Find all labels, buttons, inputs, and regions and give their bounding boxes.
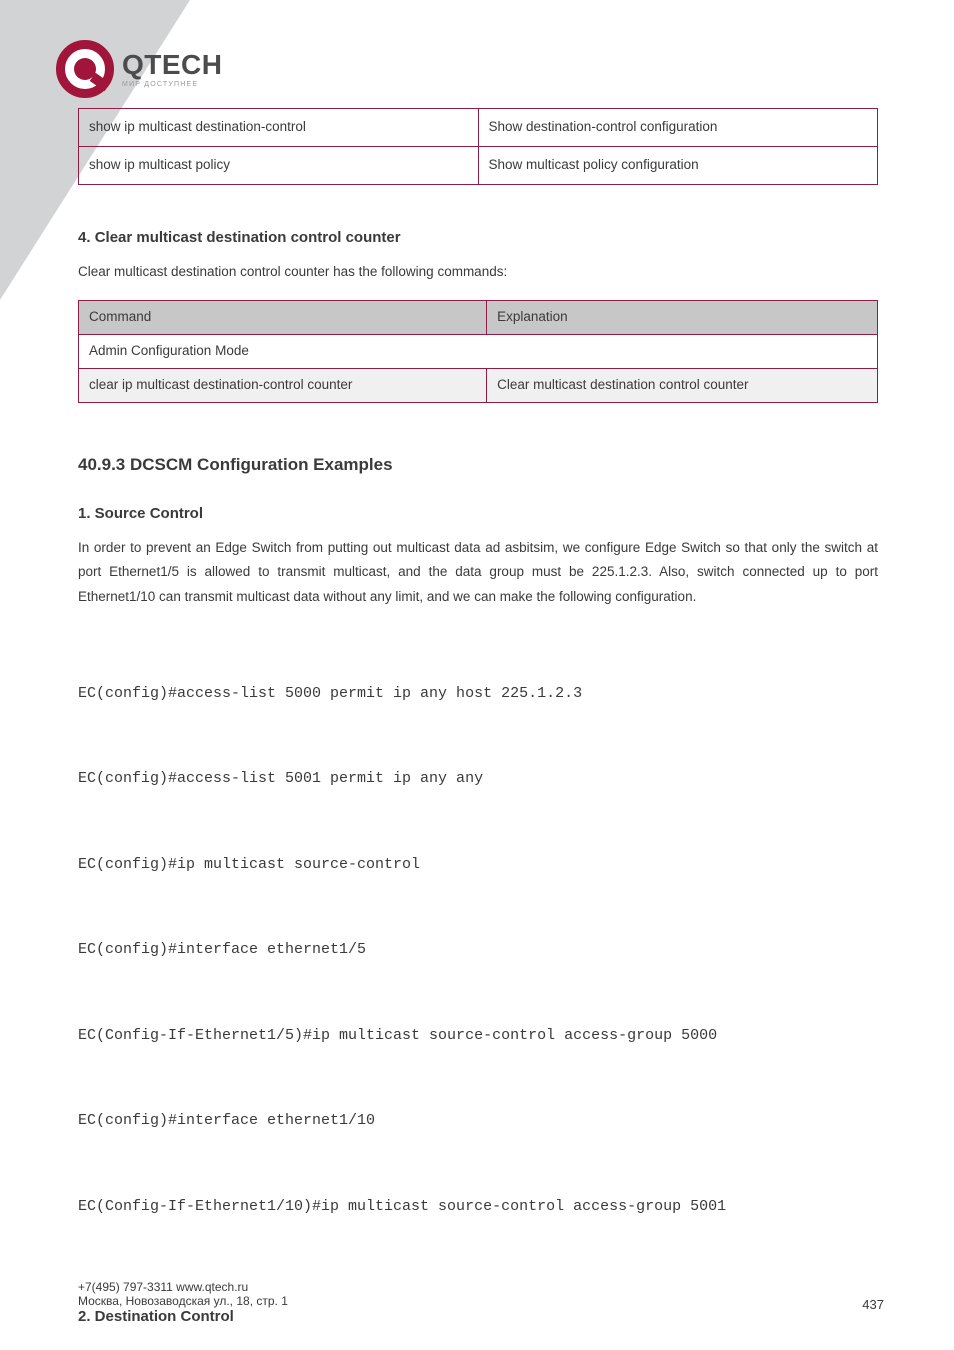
code-line: EC(Config-If-Ethernet1/10)#ip multicast … bbox=[78, 1193, 878, 1222]
logo-brand-text: QTECH bbox=[122, 51, 223, 79]
commands-table-continuation: show ip multicast destination-control Sh… bbox=[78, 108, 878, 185]
section-number: 4. bbox=[78, 229, 91, 246]
source-control-heading: 1. Source Control bbox=[78, 505, 878, 522]
q-icon-inner bbox=[74, 58, 96, 80]
logo-tagline: МИР ДОСТУПНЕЕ bbox=[122, 81, 223, 88]
code-line: EC(config)#ip multicast source-control bbox=[78, 851, 878, 880]
code-line: EC(Config-If-Ethernet1/5)#ip multicast s… bbox=[78, 1022, 878, 1051]
code-line: EC(config)#access-list 5000 permit ip an… bbox=[78, 680, 878, 709]
col-header-explanation: Explanation bbox=[487, 301, 878, 335]
section-title: Clear multicast destination control coun… bbox=[95, 229, 401, 246]
table-row: Admin Configuration Mode bbox=[79, 335, 878, 369]
col-header-command: Command bbox=[79, 301, 487, 335]
examples-heading: 40.9.3 DCSCM Configuration Examples bbox=[78, 455, 878, 475]
code-line: EC(config)#interface ethernet1/10 bbox=[78, 1107, 878, 1136]
configuration-code: EC(config)#access-list 5000 permit ip an… bbox=[78, 623, 878, 1279]
example-paragraph: In order to prevent an Edge Switch from … bbox=[78, 536, 878, 609]
table-row: show ip multicast policy Show multicast … bbox=[79, 146, 878, 184]
destination-control-heading: 2. Destination Control bbox=[78, 1308, 878, 1325]
code-line: EC(config)#access-list 5001 permit ip an… bbox=[78, 765, 878, 794]
brand-logo: QTECH МИР ДОСТУПНЕЕ bbox=[56, 40, 223, 98]
exp-cell: Show multicast policy configuration bbox=[478, 146, 878, 184]
cmd-cell: clear ip multicast destination-control c… bbox=[79, 368, 487, 402]
logo-text-wrap: QTECH МИР ДОСТУПНЕЕ bbox=[122, 51, 223, 88]
code-line: EC(config)#interface ethernet1/5 bbox=[78, 936, 878, 965]
cmd-cell: show ip multicast policy bbox=[79, 146, 479, 184]
clear-counter-table: Command Explanation Admin Configuration … bbox=[78, 300, 878, 403]
section-intro: Clear multicast destination control coun… bbox=[78, 260, 878, 284]
page-content: show ip multicast destination-control Sh… bbox=[78, 108, 878, 1325]
q-icon bbox=[56, 40, 114, 98]
table-row: show ip multicast destination-control Sh… bbox=[79, 109, 878, 147]
section-heading: 4. Clear multicast destination control c… bbox=[78, 229, 878, 246]
mode-row: Admin Configuration Mode bbox=[79, 335, 878, 369]
exp-cell: Show destination-control configuration bbox=[478, 109, 878, 147]
table-header-row: Command Explanation bbox=[79, 301, 878, 335]
exp-cell: Clear multicast destination control coun… bbox=[487, 368, 878, 402]
table-row: clear ip multicast destination-control c… bbox=[79, 368, 878, 402]
cmd-cell: show ip multicast destination-control bbox=[79, 109, 479, 147]
